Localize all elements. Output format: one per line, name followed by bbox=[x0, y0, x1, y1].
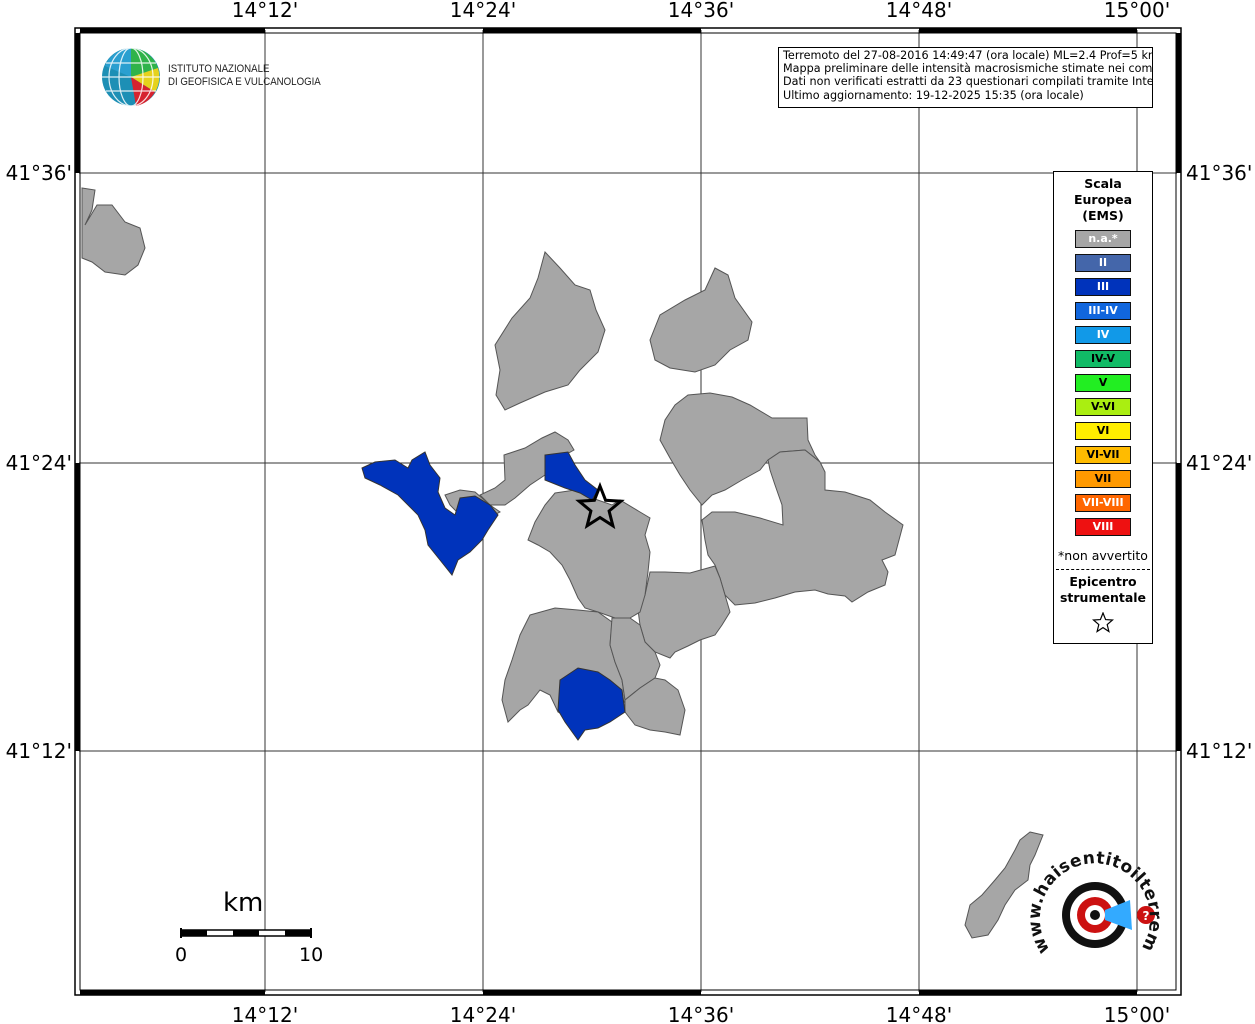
ingv-logo: ISTITUTO NAZIONALE DI GEOFISICA E VULCAN… bbox=[100, 46, 340, 110]
scale-unit: km bbox=[223, 888, 264, 918]
legend-item: II bbox=[1075, 254, 1131, 272]
longitude-labels-bottom: 14°12' 14°24' 14°36' 14°48' 15°00' bbox=[232, 1003, 1170, 1024]
scale-end: 10 bbox=[299, 944, 324, 966]
info-line: Ultimo aggiornamento: 19-12-2025 15:35 (… bbox=[783, 88, 1084, 102]
municipality-shapes bbox=[81, 187, 1044, 939]
legend-item: IV bbox=[1075, 326, 1131, 344]
legend-star-icon bbox=[1054, 611, 1152, 638]
legend-item: VI-VII bbox=[1075, 446, 1131, 464]
lon-label: 14°12' bbox=[232, 0, 298, 22]
legend-item: VIII bbox=[1075, 518, 1131, 536]
lon-label: 14°48' bbox=[886, 1003, 952, 1024]
legend-items: n.a.* II III III-IV IV IV-V V V-VI VI VI-VII VII VI… bbox=[1054, 230, 1152, 536]
lon-label: 14°24' bbox=[450, 0, 516, 22]
municipality-area bbox=[637, 565, 731, 659]
legend-item: III-IV bbox=[1075, 302, 1131, 320]
latitude-labels-left: 41°36' 41°24' 41°12' bbox=[6, 161, 72, 763]
legend-item: IV-V bbox=[1075, 350, 1131, 368]
info-line: Dati non verificati estratti da 23 quest… bbox=[783, 75, 1153, 89]
scale-start: 0 bbox=[175, 944, 188, 966]
legend-item: III bbox=[1075, 278, 1131, 296]
lat-label: 41°12' bbox=[6, 739, 72, 763]
event-info-box: Terremoto del 27-08-2016 14:49:47 (ora l… bbox=[778, 47, 1153, 108]
legend-item: V bbox=[1075, 374, 1131, 392]
info-line: Terremoto del 27-08-2016 14:49:47 (ora l… bbox=[783, 49, 1153, 62]
longitude-labels-top: 14°12' 14°24' 14°36' 14°48' 15°00' bbox=[232, 0, 1170, 22]
lat-label: 41°24' bbox=[1186, 451, 1252, 475]
legend-epicentre-line: strumentale bbox=[1059, 590, 1147, 605]
globe-icon bbox=[102, 47, 160, 107]
legend-item: VII-VIII bbox=[1075, 494, 1131, 512]
lon-label: 15°00' bbox=[1104, 0, 1170, 22]
lat-label: 41°36' bbox=[1186, 161, 1252, 185]
legend-note: *non avvertito bbox=[1058, 548, 1148, 563]
scale-bar: km 0 10 bbox=[175, 888, 335, 968]
municipality-area bbox=[361, 451, 499, 576]
legend-title-line: (EMS) bbox=[1082, 208, 1124, 223]
legend-epicentre-line: Epicentro bbox=[1069, 574, 1137, 589]
legend-item: VI bbox=[1075, 422, 1131, 440]
logo-line: DI GEOFISICA E VULCANOLOGIA bbox=[168, 76, 321, 88]
municipality-area bbox=[81, 187, 146, 276]
legend-divider bbox=[1056, 569, 1150, 570]
latitude-labels-right: 41°36' 41°24' 41°12' bbox=[1186, 161, 1252, 763]
info-line: Mappa preliminare delle intensità macros… bbox=[783, 62, 1153, 76]
legend-epicentre-label: Epicentro strumentale bbox=[1054, 574, 1152, 606]
lon-label: 14°36' bbox=[668, 1003, 734, 1024]
lat-label: 41°36' bbox=[6, 161, 72, 185]
legend-item: VII bbox=[1075, 470, 1131, 488]
scale-bar-graphic bbox=[180, 928, 312, 938]
logo-line: ISTITUTO NAZIONALE bbox=[168, 63, 270, 75]
legend-title-line: Scala bbox=[1084, 176, 1122, 191]
legend-item: n.a.* bbox=[1075, 230, 1131, 248]
legend-item: V-VI bbox=[1075, 398, 1131, 416]
lon-label: 14°36' bbox=[668, 0, 734, 22]
lat-label: 41°24' bbox=[6, 451, 72, 475]
legend-title: Scala Europea (EMS) bbox=[1054, 176, 1152, 224]
ems-legend: Scala Europea (EMS) n.a.* II III III-IV IV IV… bbox=[1053, 171, 1153, 644]
ingv-logo-text: ISTITUTO NAZIONALE DI GEOFISICA E VULCAN… bbox=[168, 63, 321, 89]
lon-label: 14°24' bbox=[450, 1003, 516, 1024]
lon-label: 14°12' bbox=[232, 1003, 298, 1024]
legend-title-line: Europea bbox=[1073, 192, 1133, 207]
municipality-area bbox=[494, 251, 606, 411]
lat-label: 41°12' bbox=[1186, 739, 1252, 763]
lon-label: 15°00' bbox=[1104, 1003, 1170, 1024]
lon-label: 14°48' bbox=[886, 0, 952, 22]
